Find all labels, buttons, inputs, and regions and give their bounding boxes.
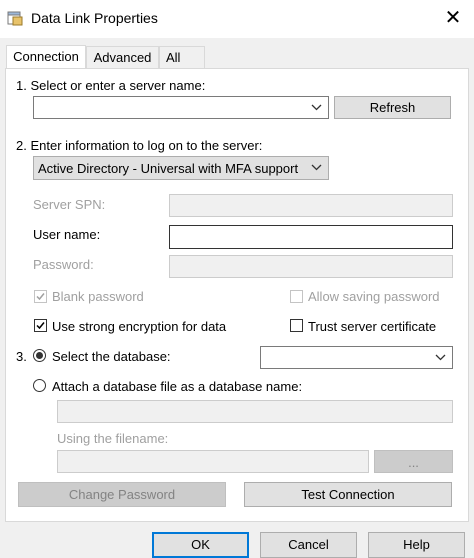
server-spn-field <box>169 194 453 217</box>
strong-encryption-label: Use strong encryption for data <box>52 319 227 334</box>
tab-advanced[interactable]: Advanced <box>86 46 159 68</box>
strong-encryption-checkbox[interactable] <box>34 319 47 332</box>
window-title: Data Link Properties <box>31 10 158 26</box>
browse-button: ... <box>374 450 453 473</box>
tab-connection[interactable]: Connection <box>6 45 86 69</box>
blank-password-checkbox <box>34 290 47 303</box>
server-spn-label: Server SPN: <box>33 197 106 212</box>
chevron-down-icon <box>435 354 446 361</box>
step2-label: 2. Enter information to log on to the se… <box>16 138 263 153</box>
tab-all[interactable]: All <box>159 46 205 68</box>
refresh-button[interactable]: Refresh <box>334 96 451 119</box>
allow-saving-password-checkbox <box>290 290 303 303</box>
close-icon[interactable]: ✕ <box>438 4 468 32</box>
change-password-button: Change Password <box>18 482 226 507</box>
chevron-down-icon <box>311 164 322 171</box>
trust-server-certificate-checkbox[interactable] <box>290 319 303 332</box>
cancel-button[interactable]: Cancel <box>260 532 357 558</box>
database-combo[interactable] <box>260 346 453 369</box>
attach-database-name-field <box>57 400 453 423</box>
server-name-combo[interactable] <box>33 96 329 119</box>
checkmark-icon <box>36 293 45 301</box>
user-name-field[interactable] <box>169 225 453 249</box>
chevron-down-icon <box>311 104 322 111</box>
test-connection-button[interactable]: Test Connection <box>244 482 452 507</box>
attach-database-radio[interactable] <box>33 379 46 392</box>
help-button[interactable]: Help <box>368 532 465 558</box>
user-name-label: User name: <box>33 227 101 242</box>
password-label: Password: <box>33 257 94 272</box>
attach-database-label: Attach a database file as a database nam… <box>52 379 303 394</box>
auth-method-value: Active Directory - Universal with MFA su… <box>38 161 299 176</box>
allow-saving-password-label: Allow saving password <box>308 289 440 304</box>
step3-number: 3. <box>16 349 27 364</box>
password-field <box>169 255 453 278</box>
trust-server-certificate-label: Trust server certificate <box>308 319 437 334</box>
filename-field <box>57 450 369 473</box>
step1-label: 1. Select or enter a server name: <box>16 78 206 93</box>
using-filename-label: Using the filename: <box>57 431 169 446</box>
blank-password-label: Blank password <box>52 289 144 304</box>
ok-button[interactable]: OK <box>152 532 249 558</box>
checkmark-icon <box>36 322 45 330</box>
select-database-radio[interactable] <box>33 349 46 362</box>
data-link-app-icon <box>7 10 23 26</box>
select-database-label: Select the database: <box>52 349 171 364</box>
auth-method-select[interactable]: Active Directory - Universal with MFA su… <box>33 156 329 180</box>
